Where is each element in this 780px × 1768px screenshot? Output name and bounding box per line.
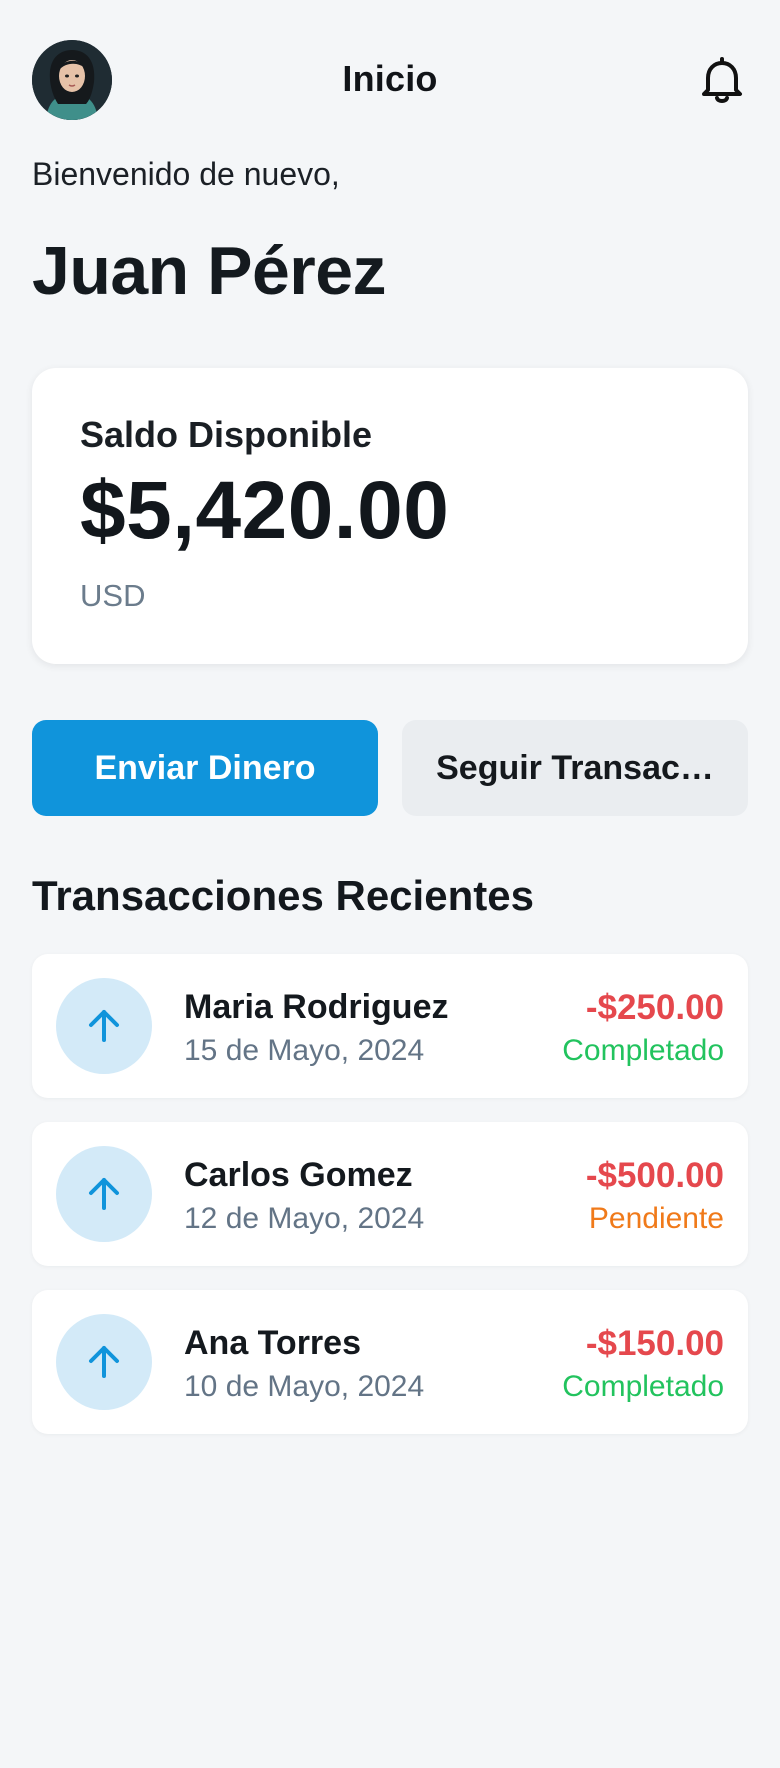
- transaction-amount: -$250.00: [585, 988, 724, 1027]
- transaction-item[interactable]: Ana Torres 10 de Mayo, 2024 -$150.00 Com…: [32, 1290, 748, 1434]
- notifications-button[interactable]: [700, 56, 744, 104]
- arrow-up-icon: [89, 1346, 119, 1378]
- welcome-text: Bienvenido de nuevo,: [32, 156, 340, 192]
- transaction-name: Carlos Gomez: [184, 1156, 413, 1194]
- page-title: Inicio: [342, 58, 438, 99]
- user-name: Juan Pérez: [32, 233, 387, 309]
- balance-currency: USD: [80, 578, 146, 613]
- transaction-amount: -$500.00: [585, 1156, 724, 1195]
- top-bar: Inicio: [32, 0, 748, 162]
- track-transaction-label: Seguir Transac…: [436, 748, 714, 787]
- transaction-item[interactable]: Carlos Gomez 12 de Mayo, 2024 -$500.00 P…: [32, 1122, 748, 1266]
- bell-icon: [702, 57, 742, 103]
- send-money-label: Enviar Dinero: [94, 748, 316, 787]
- arrow-up-icon: [89, 1178, 119, 1210]
- balance-card: Saldo Disponible $5,420.00 USD: [32, 368, 748, 664]
- transaction-amount: -$150.00: [585, 1324, 724, 1363]
- balance-amount: $5,420.00: [80, 465, 450, 556]
- send-money-button[interactable]: Enviar Dinero: [32, 720, 378, 816]
- transaction-icon-wrapper: [56, 1314, 152, 1410]
- transaction-name: Ana Torres: [184, 1324, 361, 1362]
- track-transaction-button[interactable]: Seguir Transac…: [402, 720, 748, 816]
- transaction-date: 15 de Mayo, 2024: [184, 1034, 425, 1067]
- transaction-date: 10 de Mayo, 2024: [184, 1370, 425, 1403]
- transaction-icon-wrapper: [56, 1146, 152, 1242]
- balance-label: Saldo Disponible: [80, 414, 373, 455]
- transaction-name: Maria Rodriguez: [184, 988, 449, 1026]
- recent-transactions-title: Transacciones Recientes: [32, 872, 534, 919]
- transaction-status: Completado: [562, 1034, 724, 1067]
- transaction-item[interactable]: Maria Rodriguez 15 de Mayo, 2024 -$250.0…: [32, 954, 748, 1098]
- arrow-up-icon: [89, 1010, 119, 1042]
- transaction-status: Pendiente: [588, 1202, 724, 1235]
- home-screen: Inicio Bienvenido de nuevo, Juan Pérez S…: [0, 0, 780, 1768]
- transaction-icon-wrapper: [56, 978, 152, 1074]
- transaction-status: Completado: [562, 1370, 724, 1403]
- transaction-date: 12 de Mayo, 2024: [184, 1202, 425, 1235]
